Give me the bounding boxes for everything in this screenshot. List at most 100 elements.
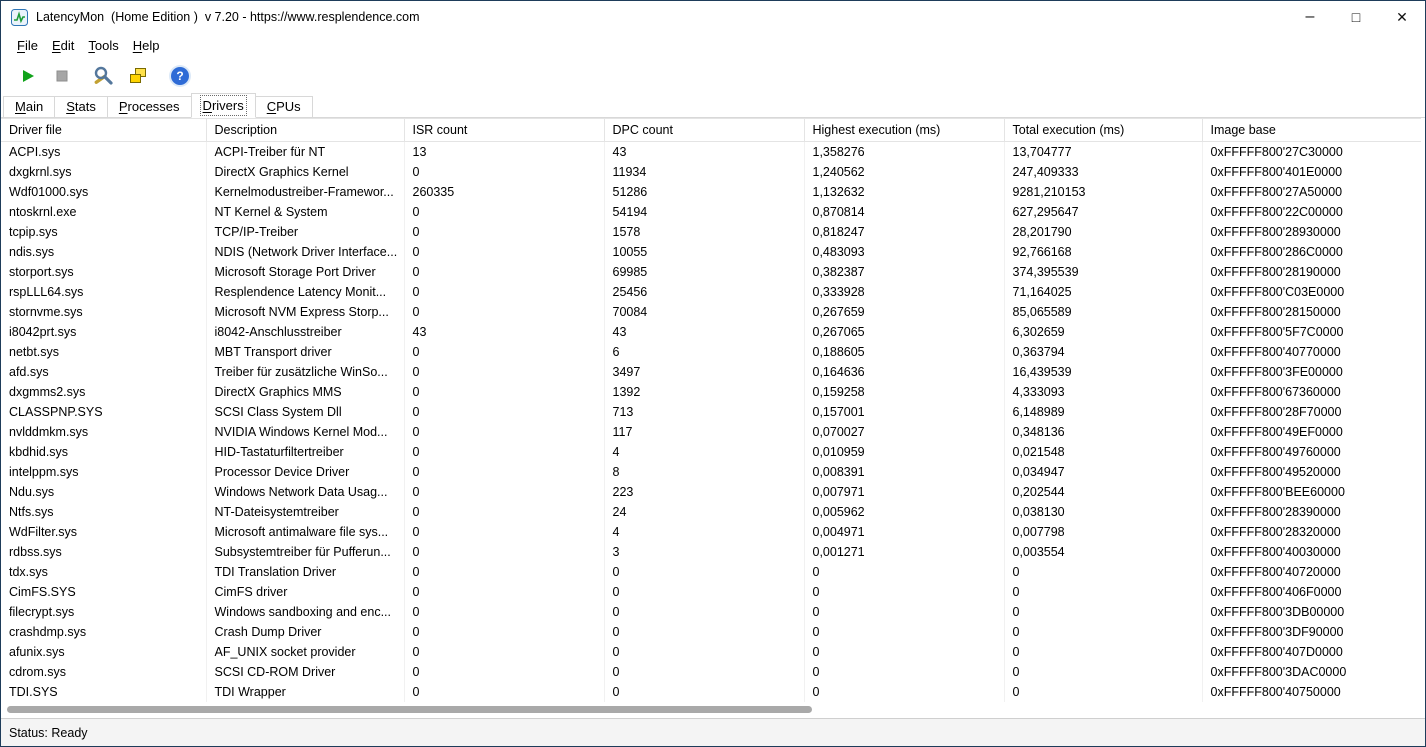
table-row[interactable]: i8042prt.sys i8042-Anschlusstreiber 43 43 0,…: [1, 321, 1421, 342]
table-row[interactable]: kbdhid.sys HID-Tastaturfiltertreiber 0 4 0,0…: [1, 441, 1421, 462]
table-cell: afd.sys: [1, 361, 207, 382]
column-header[interactable]: Driver file: [1, 118, 207, 142]
tab-processes[interactable]: Processes: [106, 96, 192, 117]
table-cell: 0,348136: [1004, 421, 1203, 442]
copy-report-button[interactable]: [125, 63, 151, 89]
table-cell: 0xFFFFF800'28150000: [1210, 304, 1341, 319]
close-button[interactable]: ✕: [1379, 1, 1425, 33]
table-cell: 0,188605: [804, 341, 1005, 362]
table-cell: MBT Transport driver: [206, 341, 405, 362]
table-row[interactable]: rdbss.sys Subsystemtreiber für Pufferun..…: [1, 541, 1421, 562]
table-cell: 0xFFFFF800'28930000: [1210, 224, 1341, 239]
minimize-button[interactable]: –: [1287, 1, 1333, 33]
table-cell: dxgkrnl.sys: [1, 161, 207, 182]
tab-cpus[interactable]: CPUs: [254, 96, 313, 117]
table-row[interactable]: crashdmp.sys Crash Dump Driver 0 0 0 0 0xFFFFF…: [1, 621, 1421, 642]
table-cell: 247,409333: [1004, 161, 1203, 182]
table-cell: 0: [404, 461, 605, 482]
table-row[interactable]: netbt.sys MBT Transport driver 0 6 0,188605 0…: [1, 341, 1421, 362]
table-cell: 43: [604, 321, 805, 342]
table-row[interactable]: intelppm.sys Processor Device Driver 0 8 0,0…: [1, 461, 1421, 482]
table-cell: AF_UNIX socket provider: [206, 641, 405, 662]
table-row[interactable]: ndis.sys NDIS (Network Driver Interface..…: [1, 241, 1421, 262]
table-cell: 0,007798: [1004, 521, 1203, 542]
column-header[interactable]: Description: [206, 118, 405, 142]
menu-item-file[interactable]: File: [10, 35, 45, 56]
table-row[interactable]: afd.sys Treiber für zusätzliche WinSo... 0…: [1, 361, 1421, 382]
tab-drivers[interactable]: Drivers: [190, 93, 256, 118]
table-cell: 0: [404, 221, 605, 242]
table-cell: 0,483093: [804, 241, 1005, 262]
table-row[interactable]: ntoskrnl.exe NT Kernel & System 0 54194 0,87…: [1, 201, 1421, 222]
table-cell: ACPI.sys: [1, 141, 207, 162]
tab-main[interactable]: Main: [3, 96, 56, 117]
table-cell: 0: [604, 601, 805, 622]
table-cell: 0: [404, 381, 605, 402]
tab-stats[interactable]: Stats: [54, 96, 108, 117]
table-cell: Ntfs.sys: [1, 501, 207, 522]
table-row[interactable]: Wdf01000.sys Kernelmodustreiber-Framewor.…: [1, 181, 1421, 202]
table-cell: HID-Tastaturfiltertreiber: [206, 441, 405, 462]
table-row[interactable]: filecrypt.sys Windows sandboxing and enc.…: [1, 601, 1421, 622]
options-button[interactable]: [91, 63, 117, 89]
table-row[interactable]: CLASSPNP.SYS SCSI Class System Dll 0 713 0,1…: [1, 401, 1421, 422]
table-cell: 0: [804, 581, 1005, 602]
stop-monitor-button[interactable]: [49, 63, 75, 89]
latencymon-window: { "window": { "title": "LatencyMon (Home…: [0, 0, 1426, 747]
start-monitor-button[interactable]: [15, 63, 41, 89]
table-row[interactable]: dxgmms2.sys DirectX Graphics MMS 0 1392 0,15…: [1, 381, 1421, 402]
table-row[interactable]: afunix.sys AF_UNIX socket provider 0 0 0 0 0xF…: [1, 641, 1421, 662]
maximize-button[interactable]: □: [1333, 1, 1379, 33]
menu-item-help[interactable]: Help: [126, 35, 167, 56]
help-icon: ?: [171, 66, 189, 85]
table-row[interactable]: WdFilter.sys Microsoft antimalware file s…: [1, 521, 1421, 542]
table-cell: CLASSPNP.SYS: [1, 401, 207, 422]
table-row[interactable]: tdx.sys TDI Translation Driver 0 0 0 0 0xFFFFF…: [1, 561, 1421, 582]
table-row[interactable]: tcpip.sys TCP/IP-Treiber 0 1578 0,818247 28,2…: [1, 221, 1421, 242]
table-cell: dxgmms2.sys: [1, 381, 207, 402]
scrollbar-thumb[interactable]: [7, 706, 812, 713]
menu-item-tools[interactable]: Tools: [81, 35, 125, 56]
help-button[interactable]: ?: [167, 63, 193, 89]
horizontal-scrollbar[interactable]: [4, 703, 1422, 716]
menu-item-edit[interactable]: Edit: [45, 35, 81, 56]
table-cell: nvlddmkm.sys: [1, 421, 207, 442]
table-row[interactable]: nvlddmkm.sys NVIDIA Windows Kernel Mod...…: [1, 421, 1421, 442]
table-row[interactable]: dxgkrnl.sys DirectX Graphics Kernel 0 11934…: [1, 161, 1421, 182]
table-row[interactable]: CimFS.SYS CimFS driver 0 0 0 0 0xFFFFF800'406F…: [1, 581, 1421, 602]
table-cell: kbdhid.sys: [1, 441, 207, 462]
table-cell: 0: [404, 201, 605, 222]
table-cell: 0xFFFFF800'49EF0000: [1210, 424, 1343, 439]
column-header[interactable]: DPC count: [604, 118, 805, 142]
table-cell: 16,439539: [1004, 361, 1203, 382]
table-cell: TDI Translation Driver: [206, 561, 405, 582]
table-cell: Wdf01000.sys: [1, 181, 207, 202]
table-row[interactable]: Ndu.sys Windows Network Data Usag... 0 223 0…: [1, 481, 1421, 502]
table-cell: 0,004971: [804, 521, 1005, 542]
table-cell: 0: [404, 341, 605, 362]
column-header[interactable]: ISR count: [404, 118, 605, 142]
table-cell: 0: [1004, 561, 1203, 582]
table-cell: 0: [604, 581, 805, 602]
table-cell: 0xFFFFF800'22C00000: [1210, 204, 1343, 219]
column-header[interactable]: Total execution (ms): [1004, 118, 1203, 142]
table-row[interactable]: ACPI.sys ACPI-Treiber für NT 13 43 1,358276 1…: [1, 141, 1421, 162]
table-row[interactable]: Ntfs.sys NT-Dateisystemtreiber 0 24 0,005962…: [1, 501, 1421, 522]
column-header[interactable]: Highest execution (ms): [804, 118, 1005, 142]
table-cell: 9281,210153: [1004, 181, 1203, 202]
table-row[interactable]: TDI.SYS TDI Wrapper 0 0 0 0 0xFFFFF800'4075000…: [1, 681, 1421, 702]
table-cell: 0xFFFFF800'40750000: [1210, 684, 1341, 699]
table-row[interactable]: cdrom.sys SCSI CD-ROM Driver 0 0 0 0 0xFFFFF80…: [1, 661, 1421, 682]
table-cell: 0xFFFFF800'401E0000: [1210, 164, 1343, 179]
table-row[interactable]: storport.sys Microsoft Storage Port Drive…: [1, 261, 1421, 282]
column-header[interactable]: Image base: [1202, 118, 1421, 142]
table-row[interactable]: rspLLL64.sys Resplendence Latency Monit..…: [1, 281, 1421, 302]
table-row[interactable]: stornvme.sys Microsoft NVM Express Storp.…: [1, 301, 1421, 322]
table-cell: 0,267065: [804, 321, 1005, 342]
table-cell: 0,038130: [1004, 501, 1203, 522]
table-cell: rspLLL64.sys: [1, 281, 207, 302]
table-cell: 13: [404, 141, 605, 162]
table-cell: storport.sys: [1, 261, 207, 282]
table-cell: 0,363794: [1004, 341, 1203, 362]
table-cell: 0xFFFFF800'286C0000: [1210, 244, 1343, 259]
